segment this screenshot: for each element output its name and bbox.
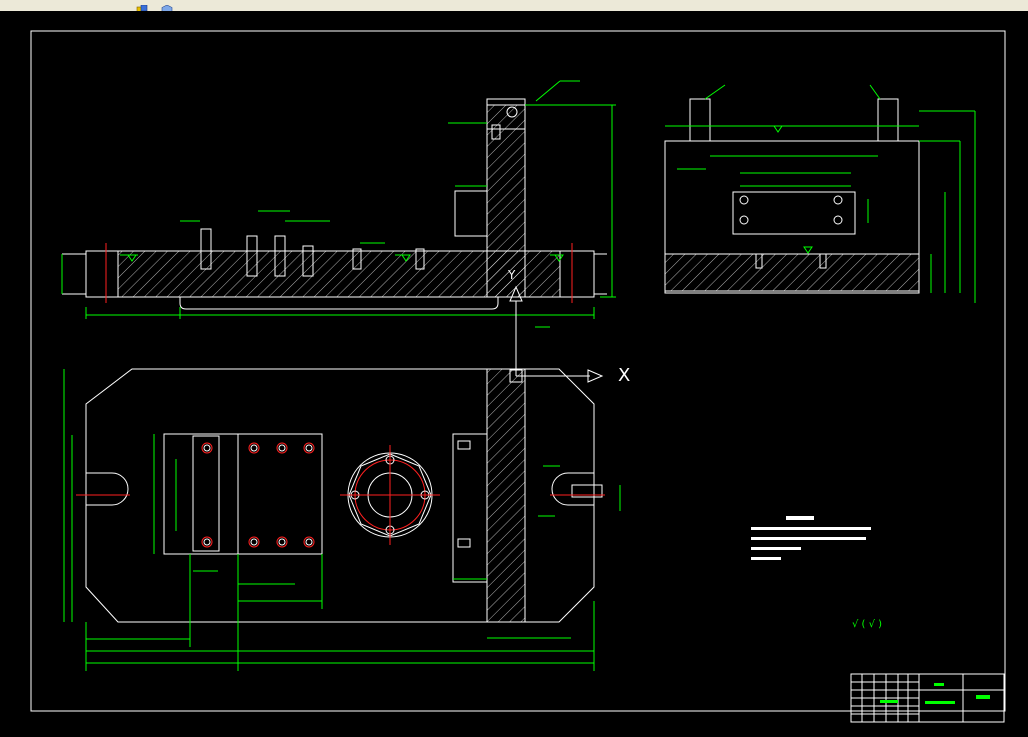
side-view xyxy=(664,84,976,303)
ucs-icon xyxy=(509,285,604,383)
title-block xyxy=(850,673,1005,723)
technical-notes xyxy=(751,516,871,560)
layer-state-icon[interactable] xyxy=(136,0,150,14)
cad-drawing: X Y √ (√) xyxy=(30,30,1006,723)
front-section-view xyxy=(61,80,616,328)
hexagon-icon[interactable] xyxy=(160,0,174,16)
plan-view xyxy=(63,368,621,671)
cad-application: X Y √ (√) xyxy=(0,0,1028,737)
surface-finish-symbol: √ ( √ ) xyxy=(852,619,882,630)
ucs-y-label: Y xyxy=(507,268,516,282)
drawing-canvas[interactable]: X Y √ (√) xyxy=(0,11,1028,737)
ucs-x-label: X xyxy=(618,365,630,386)
